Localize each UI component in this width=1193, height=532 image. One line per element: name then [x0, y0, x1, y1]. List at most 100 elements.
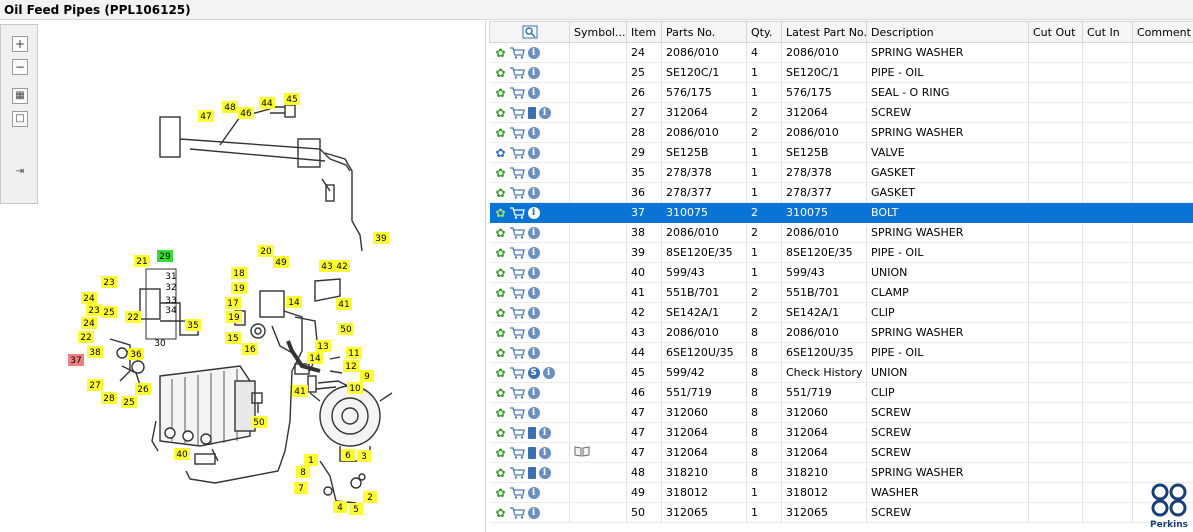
parts-grid[interactable]: Symbol... Item Parts No. Qty. Latest Par… [489, 21, 1193, 526]
part-gear-icon[interactable]: ✿ [496, 466, 506, 480]
table-row[interactable]: ✿ i 47 312060 8 312060 SCREW [489, 402, 1193, 423]
diagram-pane[interactable]: + − ▦ □ ⇥ 47 48 46 44 45 39 29 21 31 32 … [0, 21, 486, 532]
add-to-cart-icon[interactable] [509, 286, 525, 299]
info-icon[interactable]: i [527, 86, 540, 99]
callout-15[interactable]: 15 [225, 332, 241, 344]
fit-view-button[interactable]: ▦ [12, 88, 28, 104]
add-to-cart-icon[interactable] [509, 406, 525, 419]
search-parts-icon[interactable] [522, 25, 538, 39]
column-header-cut-in[interactable]: Cut In [1082, 21, 1133, 43]
part-gear-icon[interactable]: ✿ [496, 66, 506, 80]
assembly-gears-icon[interactable]: ✿ [496, 146, 506, 160]
info-icon[interactable]: i [527, 66, 540, 79]
callout-49[interactable]: 49 [273, 256, 289, 268]
callout-11[interactable]: 11 [346, 347, 362, 359]
info-icon[interactable]: i [527, 306, 540, 319]
note-book-icon[interactable] [574, 445, 590, 457]
callout-2[interactable]: 2 [363, 491, 377, 503]
add-to-cart-icon[interactable] [509, 186, 525, 199]
callout-34[interactable]: 34 [165, 306, 177, 316]
callout-17[interactable]: 17 [225, 297, 241, 309]
add-to-cart-icon[interactable] [509, 86, 525, 99]
table-row[interactable]: ✿ i 26 576/175 1 576/175 SEAL - O RING [489, 82, 1193, 103]
part-gear-icon[interactable]: ✿ [496, 506, 506, 520]
table-row[interactable]: ✿ i 47 312064 8 312064 SCREW [489, 422, 1193, 443]
callout-39[interactable]: 39 [373, 232, 389, 244]
supersession-icon[interactable]: S [527, 366, 540, 379]
callout-44[interactable]: 44 [259, 97, 275, 109]
callout-45[interactable]: 45 [284, 93, 300, 105]
table-row[interactable]: ✿ i 48 318210 8 318210 SPRING WASHER [489, 462, 1193, 483]
info-icon[interactable]: i [527, 386, 540, 399]
part-gear-icon[interactable]: ✿ [496, 426, 506, 440]
callout-37[interactable]: 37 [68, 354, 84, 366]
part-gear-icon[interactable]: ✿ [496, 366, 506, 380]
add-to-cart-icon[interactable] [509, 426, 525, 439]
info-icon[interactable]: i [527, 186, 540, 199]
add-to-cart-icon[interactable] [509, 346, 525, 359]
info-icon[interactable]: i [538, 466, 551, 479]
part-gear-icon[interactable]: ✿ [496, 126, 506, 140]
callout-32[interactable]: 32 [165, 283, 176, 293]
column-header-item[interactable]: Item [626, 21, 662, 43]
table-row[interactable]: ✿ i 49 318012 1 318012 WASHER [489, 482, 1193, 503]
info-icon[interactable]: i [538, 426, 551, 439]
info-icon[interactable]: i [538, 446, 551, 459]
callout-42[interactable]: 42 [334, 260, 350, 272]
callout-31[interactable]: 31 [165, 272, 176, 282]
add-to-cart-icon[interactable] [509, 486, 525, 499]
callout-30[interactable]: 30 [154, 339, 166, 349]
part-gear-icon[interactable]: ✿ [496, 246, 506, 260]
part-gear-icon[interactable]: ✿ [496, 406, 506, 420]
table-row[interactable]: ✿ i 29 SE125B 1 SE125B VALVE [489, 142, 1193, 163]
part-gear-icon[interactable]: ✿ [496, 266, 506, 280]
part-gear-icon[interactable]: ✿ [496, 106, 506, 120]
part-gear-icon[interactable]: ✿ [496, 186, 506, 200]
callout-26[interactable]: 26 [135, 383, 151, 395]
info-icon[interactable]: i [527, 206, 540, 219]
add-to-cart-icon[interactable] [509, 146, 525, 159]
part-gear-icon[interactable]: ✿ [496, 386, 506, 400]
column-header-comment[interactable]: Comment [1132, 21, 1193, 43]
part-gear-icon[interactable]: ✿ [496, 206, 506, 220]
info-icon[interactable]: i [527, 146, 540, 159]
column-header-parts-no[interactable]: Parts No. [661, 21, 747, 43]
callout-29[interactable]: 29 [157, 250, 173, 262]
callout-8[interactable]: 8 [296, 466, 310, 478]
document-icon[interactable] [527, 466, 536, 479]
callout-24b[interactable]: 24 [81, 317, 97, 329]
table-row[interactable]: ✿ i 41 551B/701 2 551B/701 CLAMP [489, 282, 1193, 303]
info-icon[interactable]: i [527, 46, 540, 59]
callout-41[interactable]: 41 [336, 298, 352, 310]
export-icon[interactable]: ⇥ [12, 165, 28, 181]
callout-41b[interactable]: 41 [292, 385, 308, 397]
actual-size-button[interactable]: □ [12, 111, 28, 127]
info-icon[interactable]: i [527, 246, 540, 259]
part-gear-icon[interactable]: ✿ [496, 286, 506, 300]
callout-48[interactable]: 48 [222, 101, 238, 113]
callout-4[interactable]: 4 [333, 501, 347, 513]
part-gear-icon[interactable]: ✿ [496, 306, 506, 320]
info-icon[interactable]: i [527, 346, 540, 359]
callout-46[interactable]: 46 [238, 107, 254, 119]
callout-16[interactable]: 16 [242, 343, 258, 355]
callout-27[interactable]: 27 [87, 379, 103, 391]
part-gear-icon[interactable]: ✿ [496, 166, 506, 180]
add-to-cart-icon[interactable] [509, 166, 525, 179]
callout-47[interactable]: 47 [198, 110, 214, 122]
callout-21[interactable]: 21 [134, 255, 150, 267]
callout-35[interactable]: 35 [185, 319, 201, 331]
table-row[interactable]: ✿ i 47 312064 8 312064 SCREW [489, 442, 1193, 463]
callout-14b[interactable]: 14 [307, 352, 323, 364]
zoom-out-button[interactable]: − [12, 59, 28, 75]
add-to-cart-icon[interactable] [509, 306, 525, 319]
table-row[interactable]: ✿ i 38 2086/010 2 2086/010 SPRING WASHER [489, 222, 1193, 243]
callout-14[interactable]: 14 [286, 296, 302, 308]
add-to-cart-icon[interactable] [509, 506, 525, 519]
callout-5[interactable]: 5 [349, 503, 363, 515]
column-header-symbol[interactable]: Symbol... [569, 21, 627, 43]
callout-23[interactable]: 23 [101, 276, 117, 288]
info-icon[interactable]: i [527, 326, 540, 339]
info-icon[interactable]: i [527, 506, 540, 519]
document-icon[interactable] [527, 446, 536, 459]
